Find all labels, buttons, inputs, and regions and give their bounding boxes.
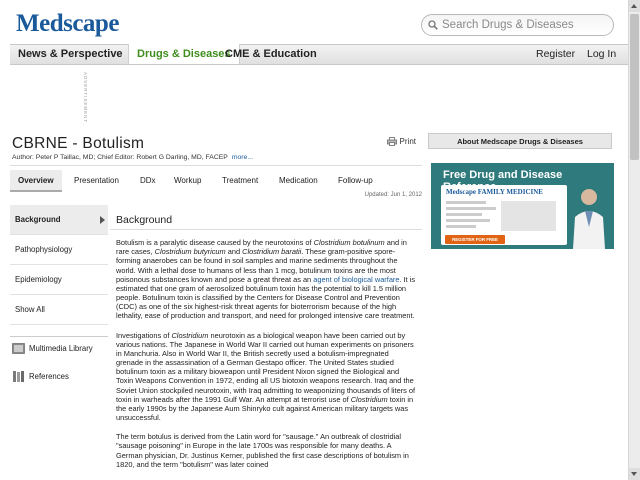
divider	[110, 229, 422, 230]
vertical-scrollbar[interactable]	[628, 0, 640, 480]
section-heading: Background	[116, 214, 173, 226]
scroll-down-icon[interactable]	[629, 468, 640, 480]
paragraph: Investigations of Clostridium neurotoxin…	[116, 330, 416, 423]
bio-warfare-link[interactable]: agent of biological warfare	[313, 275, 399, 284]
medscape-logo[interactable]: Medscape	[16, 10, 119, 38]
advertisement-label: ADVERTISEMENT	[83, 72, 88, 124]
tab-follow-up[interactable]: Follow-up	[338, 170, 373, 192]
search-box[interactable]	[421, 14, 614, 36]
register-free-button[interactable]: REGISTER FOR FREE	[445, 235, 505, 244]
multimedia-icon	[12, 342, 25, 354]
login-link[interactable]: Log In	[587, 48, 616, 60]
section-tabs: Overview Presentation DDx Workup Treatme…	[10, 170, 422, 192]
more-link[interactable]: more...	[232, 154, 253, 161]
tab-ddx[interactable]: DDx	[140, 170, 156, 192]
updated-date: Updated: Jun 1, 2012	[364, 192, 422, 198]
main-nav: News & Perspective Drugs & Diseases CME …	[10, 44, 628, 65]
paragraph: Botulism is a paralytic disease caused b…	[116, 238, 416, 321]
sidebar-item-label: Background	[15, 215, 61, 224]
article-header: CBRNE - Botulism Author: Peter P Taillac…	[10, 133, 422, 166]
header: Medscape	[0, 0, 628, 44]
search-icon	[428, 20, 438, 30]
page-title: CBRNE - Botulism	[12, 135, 145, 152]
tab-overview[interactable]: Overview	[10, 170, 62, 192]
sidebar-item-pathophysiology[interactable]: Pathophysiology	[10, 235, 108, 265]
sidebar-item-label: Epidemiology	[15, 275, 62, 284]
page: Medscape News & Perspective Drugs & Dise…	[0, 0, 640, 480]
nav-news-perspective[interactable]: News & Perspective	[18, 48, 123, 60]
article-body: Botulism is a paralytic disease caused b…	[116, 238, 416, 479]
scroll-up-icon[interactable]	[629, 0, 640, 12]
arrow-right-icon	[100, 216, 105, 224]
printer-icon	[386, 137, 397, 146]
tab-workup[interactable]: Workup	[174, 170, 201, 192]
sidebar-item-label: Show All	[15, 305, 45, 314]
sidebar-item-background[interactable]: Background	[10, 205, 108, 235]
author-line: Author: Peter P Taillac, MD; Chief Edito…	[12, 154, 253, 161]
sidebar-item-epidemiology[interactable]: Epidemiology	[10, 265, 108, 295]
references-label: References	[29, 372, 69, 381]
section-sidebar: Background Pathophysiology Epidemiology …	[10, 205, 108, 325]
scroll-thumb[interactable]	[630, 14, 639, 160]
nav-cme-education[interactable]: CME & Education	[225, 48, 317, 60]
references-link[interactable]: References	[10, 365, 108, 388]
tab-presentation[interactable]: Presentation	[74, 170, 119, 192]
references-icon	[13, 371, 24, 382]
multimedia-library-link[interactable]: Multimedia Library	[10, 336, 108, 359]
sidebar-item-show-all[interactable]: Show All	[10, 295, 108, 325]
ad-brand: Medscape FAMILY MEDICINE	[446, 188, 543, 196]
promo-ad[interactable]: Free Drug and Disease Reference Medscape…	[431, 163, 614, 249]
author-text: Author: Peter P Taillac, MD; Chief Edito…	[12, 154, 228, 161]
about-box-title[interactable]: About Medscape Drugs & Diseases	[428, 133, 612, 149]
print-button[interactable]: Print	[386, 137, 416, 146]
paragraph: The term botulus is derived from the Lat…	[116, 432, 409, 469]
multimedia-label: Multimedia Library	[29, 343, 93, 353]
doctor-image	[573, 189, 605, 249]
tab-treatment[interactable]: Treatment	[222, 170, 258, 192]
register-link[interactable]: Register	[536, 48, 575, 60]
sidebar-item-label: Pathophysiology	[15, 245, 73, 254]
search-input[interactable]	[442, 19, 602, 31]
nav-drugs-diseases[interactable]: Drugs & Diseases	[128, 44, 240, 64]
tab-medication[interactable]: Medication	[279, 170, 318, 192]
print-label: Print	[399, 137, 416, 146]
